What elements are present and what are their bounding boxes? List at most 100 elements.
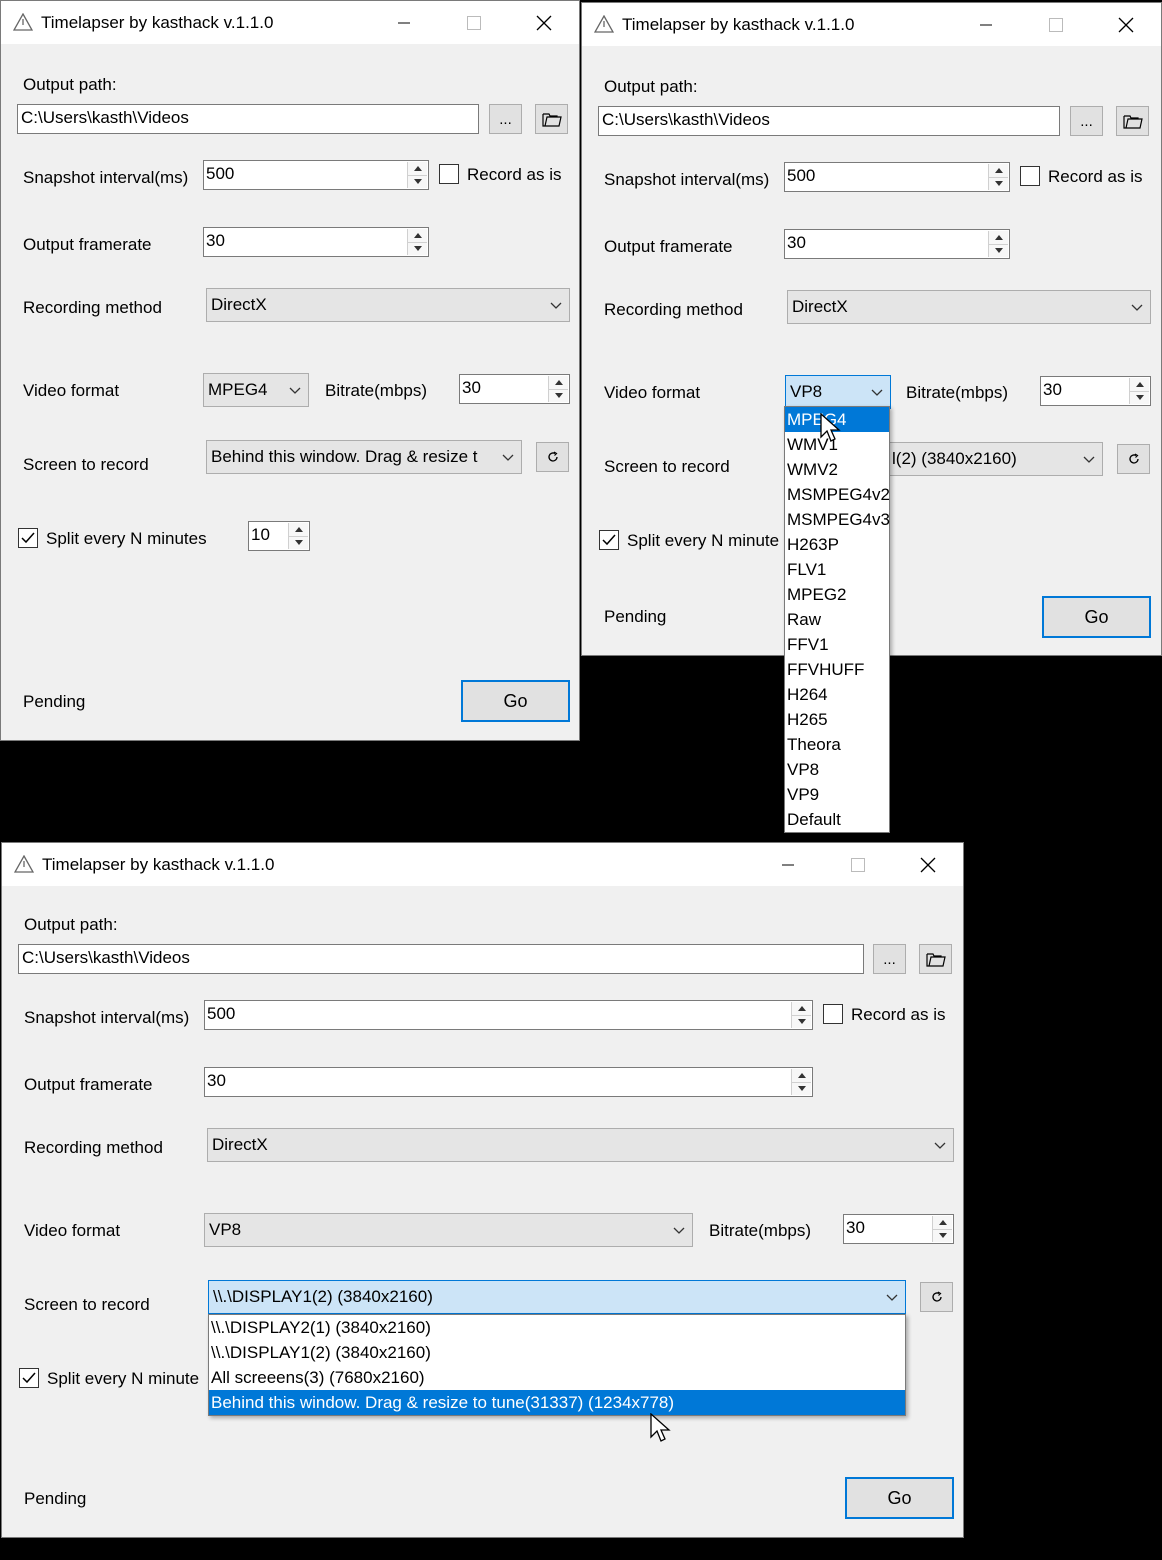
maximize-button[interactable] xyxy=(439,1,509,44)
snapshot-interval-spinner[interactable]: 500 xyxy=(204,1000,813,1030)
spin-down-icon[interactable] xyxy=(288,535,308,549)
split-every-checkbox[interactable] xyxy=(18,528,38,548)
output-path-input[interactable]: C:\Users\kasth\Videos xyxy=(598,106,1060,136)
snapshot-interval-spinner[interactable]: 500 xyxy=(203,160,429,190)
spin-up-icon[interactable] xyxy=(932,1216,952,1229)
dropdown-option[interactable]: H265 xyxy=(785,707,889,732)
spin-down-icon[interactable] xyxy=(791,1081,811,1095)
output-framerate-spinner[interactable]: 30 xyxy=(203,227,429,257)
screen-to-record-value: \\.\DISPLAY1(2) (3840x2160) xyxy=(213,1287,433,1306)
split-every-checkbox[interactable] xyxy=(599,530,619,550)
app-icon xyxy=(13,13,33,31)
split-every-checkbox[interactable] xyxy=(19,1368,39,1388)
refresh-screens-button[interactable] xyxy=(920,1282,953,1312)
go-button[interactable]: Go xyxy=(461,680,570,722)
dropdown-option[interactable]: \\.\DISPLAY2(1) (3840x2160) xyxy=(209,1315,905,1340)
dropdown-option[interactable]: MSMPEG4v2 xyxy=(785,482,890,507)
record-as-is-checkbox[interactable] xyxy=(823,1004,843,1024)
video-format-select[interactable]: VP8 xyxy=(785,375,891,409)
check-icon xyxy=(602,534,616,546)
spin-up-icon[interactable] xyxy=(548,376,568,389)
screen-to-record-select[interactable]: Behind this window. Drag & resize t xyxy=(206,440,522,474)
spin-up-icon[interactable] xyxy=(288,523,308,536)
refresh-screens-button[interactable] xyxy=(536,442,569,472)
bitrate-spinner[interactable]: 30 xyxy=(459,374,570,404)
screen-to-record-select[interactable]: \\.\DISPLAY1(2) (3840x2160) xyxy=(208,1280,906,1314)
dropdown-option[interactable]: \\.\DISPLAY1(2) (3840x2160) xyxy=(209,1340,905,1365)
refresh-icon xyxy=(1128,453,1139,464)
close-icon xyxy=(536,15,552,30)
bitrate-spinner[interactable]: 30 xyxy=(843,1214,954,1244)
dropdown-option[interactable]: FFV1 xyxy=(785,632,889,657)
bitrate-spinner[interactable]: 30 xyxy=(1040,376,1151,406)
recording-method-select[interactable]: DirectX xyxy=(207,1128,954,1162)
output-framerate-spinner[interactable]: 30 xyxy=(784,229,1010,259)
mouse-cursor-icon xyxy=(820,413,841,442)
recording-method-value: DirectX xyxy=(211,295,267,314)
dropdown-option[interactable]: H264 xyxy=(785,682,889,707)
spin-up-icon[interactable] xyxy=(407,229,427,242)
dropdown-option[interactable]: WMV2 xyxy=(785,457,889,482)
record-as-is-checkbox[interactable] xyxy=(439,164,459,184)
dropdown-option[interactable]: FLV1 xyxy=(785,557,889,582)
spin-up-icon[interactable] xyxy=(407,162,427,175)
spin-down-icon[interactable] xyxy=(791,1014,811,1028)
open-folder-button[interactable] xyxy=(535,104,568,134)
minimize-button[interactable] xyxy=(753,843,823,886)
browse-button[interactable]: ... xyxy=(873,944,906,974)
browse-button[interactable]: ... xyxy=(489,104,522,134)
title-bar[interactable]: Timelapser by kasthack v.1.1.0 xyxy=(2,843,963,886)
split-every-label: Split every N minute xyxy=(627,531,780,550)
video-format-select[interactable]: MPEG4 xyxy=(203,373,309,407)
spin-down-icon[interactable] xyxy=(1129,390,1149,404)
record-as-is-checkbox[interactable] xyxy=(1020,166,1040,186)
title-bar[interactable]: Timelapser by kasthack v.1.1.0 xyxy=(1,1,579,44)
recording-method-select[interactable]: DirectX xyxy=(787,290,1151,324)
open-folder-button[interactable] xyxy=(919,944,952,974)
spin-down-icon[interactable] xyxy=(988,243,1008,257)
output-path-input[interactable]: C:\Users\kasth\Videos xyxy=(17,104,479,134)
dropdown-option[interactable]: MSMPEG4v3 xyxy=(785,507,890,532)
spin-down-icon[interactable] xyxy=(548,388,568,402)
refresh-screens-button[interactable] xyxy=(1117,444,1150,474)
spin-up-icon[interactable] xyxy=(791,1069,811,1082)
video-format-select[interactable]: VP8 xyxy=(204,1213,693,1247)
spin-up-icon[interactable] xyxy=(988,164,1008,177)
dropdown-option[interactable]: Default xyxy=(785,807,889,832)
close-button[interactable] xyxy=(893,843,963,886)
recording-method-select[interactable]: DirectX xyxy=(206,288,570,322)
close-button[interactable] xyxy=(509,1,579,44)
minimize-button[interactable] xyxy=(951,3,1021,46)
go-button[interactable]: Go xyxy=(1042,596,1151,638)
dropdown-option[interactable]: VP9 xyxy=(785,782,889,807)
maximize-button[interactable] xyxy=(823,843,893,886)
dropdown-option[interactable]: Behind this window. Drag & resize to tun… xyxy=(209,1390,905,1415)
close-button[interactable] xyxy=(1091,3,1161,46)
spin-up-icon[interactable] xyxy=(1129,378,1149,391)
dropdown-option[interactable]: MPEG2 xyxy=(785,582,889,607)
spin-down-icon[interactable] xyxy=(932,1228,952,1242)
video-format-value: VP8 xyxy=(790,382,823,401)
dropdown-option[interactable]: Raw xyxy=(785,607,889,632)
spin-down-icon[interactable] xyxy=(407,241,427,255)
split-minutes-spinner[interactable]: 10 xyxy=(248,521,310,551)
dropdown-option[interactable]: H263P xyxy=(785,532,889,557)
maximize-button[interactable] xyxy=(1021,3,1091,46)
go-button[interactable]: Go xyxy=(845,1477,954,1519)
video-format-value: MPEG4 xyxy=(208,380,268,399)
minimize-button[interactable] xyxy=(369,1,439,44)
spin-down-icon[interactable] xyxy=(988,176,1008,190)
spin-down-icon[interactable] xyxy=(407,174,427,188)
output-framerate-spinner[interactable]: 30 xyxy=(204,1067,813,1097)
snapshot-interval-spinner[interactable]: 500 xyxy=(784,162,1010,192)
dropdown-option[interactable]: VP8 xyxy=(785,757,889,782)
output-path-input[interactable]: C:\Users\kasth\Videos xyxy=(18,944,864,974)
dropdown-option[interactable]: FFVHUFF xyxy=(785,657,889,682)
open-folder-button[interactable] xyxy=(1116,106,1149,136)
dropdown-option[interactable]: All screeens(3) (7680x2160) xyxy=(209,1365,905,1390)
spin-up-icon[interactable] xyxy=(791,1002,811,1015)
title-bar[interactable]: Timelapser by kasthack v.1.1.0 xyxy=(582,3,1161,46)
dropdown-option[interactable]: Theora xyxy=(785,732,889,757)
spin-up-icon[interactable] xyxy=(988,231,1008,244)
browse-button[interactable]: ... xyxy=(1070,106,1103,136)
